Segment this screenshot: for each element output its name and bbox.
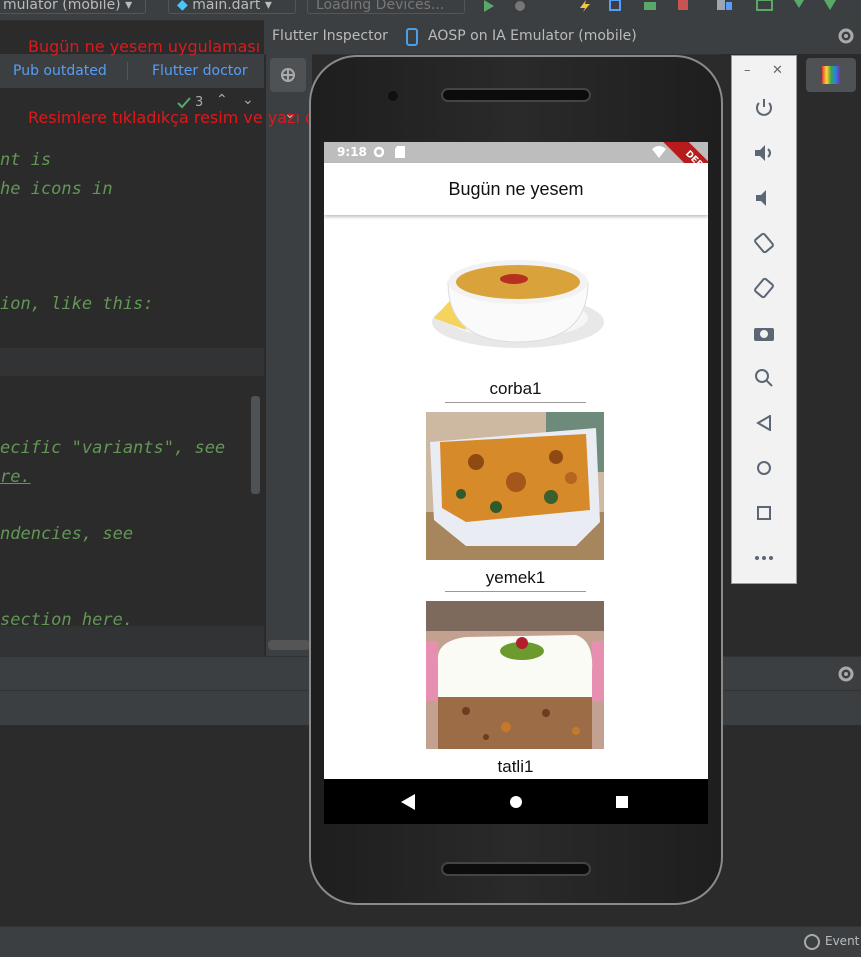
run-icon[interactable] bbox=[482, 0, 496, 12]
ide-toolbar: mulator (mobile) ▾ ◆ main.dart ▾ Loading… bbox=[0, 0, 861, 21]
ide-status-bar: Event bbox=[0, 926, 861, 957]
divider bbox=[127, 62, 128, 80]
file-dropdown[interactable]: ◆ main.dart ▾ bbox=[168, 0, 296, 14]
food-image-dessert[interactable] bbox=[426, 601, 604, 749]
tab-emulator[interactable]: AOSP on IA Emulator (mobile) bbox=[428, 28, 637, 44]
overview-icon[interactable] bbox=[750, 499, 778, 527]
hot-reload-icon[interactable] bbox=[578, 0, 592, 12]
run-config-icon[interactable] bbox=[756, 0, 774, 12]
settings-icon bbox=[373, 146, 385, 158]
food-image-soup[interactable] bbox=[426, 234, 604, 356]
clock: 9:18 bbox=[337, 145, 367, 159]
food-image-main[interactable] bbox=[426, 412, 604, 560]
sdk-manager-icon[interactable] bbox=[820, 0, 840, 12]
devices-dropdown-label: Loading Devices... bbox=[316, 0, 445, 13]
stop-icon[interactable] bbox=[676, 0, 690, 12]
power-icon[interactable] bbox=[750, 94, 778, 122]
code-line: ndencies, see bbox=[0, 524, 134, 544]
code-line: re. bbox=[0, 467, 31, 487]
top-speaker bbox=[441, 88, 591, 102]
chevron-up-icon[interactable]: ⌃ bbox=[216, 92, 228, 108]
food-label-dessert: tatli1 bbox=[497, 757, 534, 776]
volume-down-icon[interactable] bbox=[750, 184, 778, 212]
label-underline bbox=[445, 402, 586, 403]
tab-flutter-inspector[interactable]: Flutter Inspector bbox=[272, 28, 388, 44]
android-nav-bar bbox=[324, 779, 708, 824]
camera-icon[interactable] bbox=[750, 319, 778, 347]
device-dropdown[interactable]: mulator (mobile) ▾ bbox=[0, 0, 146, 14]
home-icon[interactable] bbox=[750, 454, 778, 482]
devices-dropdown[interactable]: Loading Devices... bbox=[307, 0, 465, 14]
zoom-icon[interactable] bbox=[750, 364, 778, 392]
event-log-label[interactable]: Event bbox=[825, 934, 859, 948]
color-picker-button[interactable] bbox=[806, 58, 856, 92]
chevron-down-icon[interactable]: ⌄ bbox=[242, 92, 254, 108]
file-dropdown-label: main.dart bbox=[192, 0, 261, 13]
app-bar: Bugün ne yesem bbox=[324, 163, 708, 215]
palette-icon bbox=[822, 66, 840, 84]
select-widget-button[interactable] bbox=[270, 58, 306, 92]
minimize-icon[interactable]: – bbox=[744, 63, 751, 78]
dessert-image bbox=[426, 601, 604, 749]
rotate-left-icon[interactable] bbox=[750, 229, 778, 257]
inspector-pane: ⌄ bbox=[266, 54, 312, 656]
code-line: he icons in bbox=[0, 179, 113, 199]
flutter-doctor-link[interactable]: Flutter doctor bbox=[152, 63, 248, 79]
chevron-down-icon: ▾ bbox=[264, 0, 272, 13]
event-log-icon[interactable] bbox=[803, 933, 821, 951]
volume-up-icon[interactable] bbox=[750, 139, 778, 167]
rotate-right-icon[interactable] bbox=[750, 274, 778, 302]
wifi-icon bbox=[652, 146, 666, 158]
emulator-controls: – ✕ bbox=[731, 55, 797, 584]
food-label-soup: corba1 bbox=[489, 379, 542, 398]
device-manager-icon[interactable] bbox=[716, 0, 734, 12]
code-line: ecific "variants", see bbox=[0, 438, 226, 458]
phone-screen[interactable]: 9:18 DEBUG Bugün ne yesem corba1 bbox=[324, 142, 708, 824]
overview-icon[interactable] bbox=[615, 795, 629, 809]
phone-icon bbox=[406, 28, 418, 46]
soup-image bbox=[426, 234, 604, 356]
home-icon[interactable] bbox=[509, 795, 523, 809]
android-status-bar: 9:18 bbox=[324, 142, 708, 163]
gear-icon[interactable] bbox=[837, 27, 855, 45]
back-icon[interactable] bbox=[750, 409, 778, 437]
food-label-main: yemek1 bbox=[485, 568, 546, 587]
sync-icon[interactable] bbox=[790, 0, 808, 12]
app-title: Bugün ne yesem bbox=[448, 179, 584, 199]
annotation-title: Bugün ne yesem uygulaması bbox=[28, 37, 261, 56]
more-icon[interactable] bbox=[750, 544, 778, 572]
back-icon[interactable] bbox=[401, 794, 415, 810]
device-dropdown-label: mulator (mobile) bbox=[3, 0, 121, 13]
dart-icon: ◆ bbox=[177, 0, 188, 13]
front-camera bbox=[388, 91, 398, 101]
chevron-down-icon: ▾ bbox=[125, 0, 133, 13]
label-underline bbox=[445, 591, 586, 592]
code-line: ion, like this: bbox=[0, 294, 154, 314]
debug-icon[interactable] bbox=[512, 0, 528, 12]
editor-band bbox=[0, 348, 264, 376]
edit-icon[interactable] bbox=[608, 0, 624, 12]
pub-outdated-link[interactable]: Pub outdated bbox=[13, 63, 107, 79]
code-line: nt is bbox=[0, 150, 52, 170]
crosshair-icon bbox=[281, 68, 295, 82]
editor-footer bbox=[0, 626, 264, 656]
pub-actions-bar: Pub outdated Flutter doctor bbox=[0, 54, 264, 89]
casserole-image bbox=[426, 412, 604, 560]
bottom-speaker bbox=[441, 862, 591, 876]
inspector-scrollbar[interactable] bbox=[268, 640, 310, 650]
sd-card-icon bbox=[395, 146, 405, 158]
editor-scrollbar[interactable] bbox=[251, 396, 260, 494]
tool-tabbar: Flutter Inspector AOSP on IA Emulator (m… bbox=[264, 20, 861, 55]
gear-icon[interactable] bbox=[837, 665, 855, 683]
close-icon[interactable]: ✕ bbox=[772, 63, 783, 78]
attach-icon[interactable] bbox=[642, 0, 660, 12]
